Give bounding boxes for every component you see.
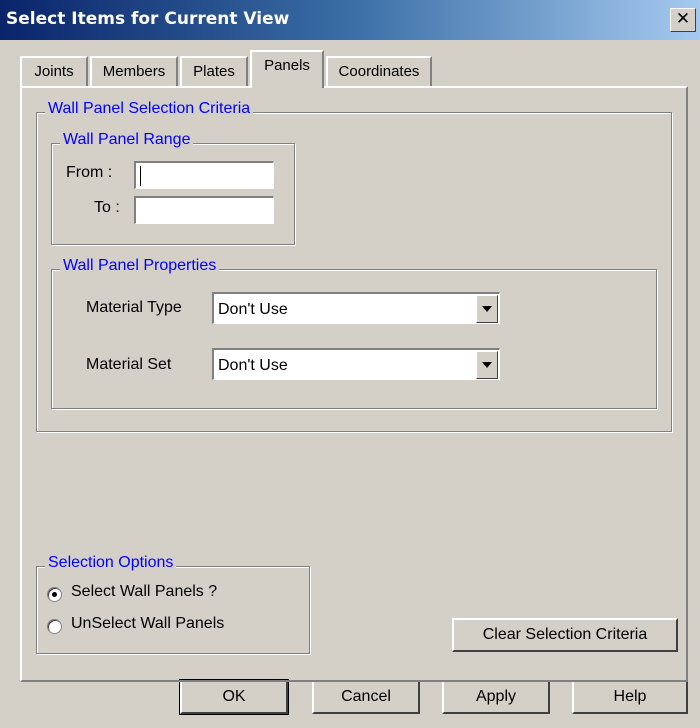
- from-label: From :: [66, 164, 113, 181]
- from-input[interactable]: [134, 161, 274, 189]
- tab-panels[interactable]: Panels: [250, 50, 324, 88]
- selection-criteria-group: Wall Panel Selection Criteria Wall Panel…: [36, 100, 672, 432]
- panels-tab-page: Wall Panel Selection Criteria Wall Panel…: [20, 86, 688, 682]
- window-title: Select Items for Current View: [6, 9, 290, 29]
- select-wall-panels-label[interactable]: Select Wall Panels ?: [71, 583, 217, 601]
- cancel-button[interactable]: Cancel: [312, 680, 420, 714]
- clear-selection-criteria-label: Clear Selection Criteria: [482, 626, 648, 643]
- chevron-down-icon[interactable]: [476, 295, 498, 323]
- tab-members-label: Members: [102, 63, 166, 80]
- material-type-value: Don't Use: [218, 301, 288, 318]
- panel-properties-group: Wall Panel Properties Material Type Don'…: [51, 257, 657, 409]
- tab-plates[interactable]: Plates: [180, 56, 248, 86]
- tab-panels-label: Panels: [264, 57, 310, 74]
- select-wall-panels-radio[interactable]: [47, 587, 62, 602]
- apply-button[interactable]: Apply: [442, 680, 550, 714]
- cancel-label: Cancel: [341, 688, 391, 705]
- selection-criteria-legend: Wall Panel Selection Criteria: [45, 100, 254, 118]
- close-button[interactable]: ✕: [670, 8, 696, 32]
- ok-label: OK: [222, 688, 246, 705]
- help-label: Help: [613, 688, 647, 705]
- material-type-label: Material Type: [86, 299, 182, 316]
- selection-options-legend: Selection Options: [45, 554, 177, 572]
- tab-coordinates-label: Coordinates: [338, 63, 420, 80]
- clear-selection-criteria-button[interactable]: Clear Selection Criteria: [452, 618, 678, 652]
- tab-joints-label: Joints: [34, 63, 74, 80]
- to-input[interactable]: [134, 196, 274, 224]
- ok-button[interactable]: OK: [179, 679, 289, 715]
- panel-properties-legend: Wall Panel Properties: [60, 257, 220, 275]
- selection-options-group: Selection Options Select Wall Panels ? U…: [36, 554, 310, 654]
- apply-label: Apply: [475, 688, 517, 705]
- material-type-select[interactable]: Don't Use: [212, 292, 500, 324]
- tab-members[interactable]: Members: [90, 56, 178, 86]
- panel-range-legend: Wall Panel Range: [60, 131, 194, 149]
- text-cursor: [140, 166, 141, 186]
- dialog-window: Select Items for Current View ✕ Joints M…: [0, 0, 700, 728]
- material-set-value: Don't Use: [218, 357, 288, 374]
- unselect-wall-panels-radio[interactable]: [47, 619, 62, 634]
- unselect-wall-panels-label[interactable]: UnSelect Wall Panels: [71, 615, 224, 633]
- tab-plates-label: Plates: [193, 63, 235, 80]
- panel-range-group: Wall Panel Range From : To :: [51, 131, 295, 245]
- close-icon[interactable]: ✕: [676, 9, 690, 29]
- help-button[interactable]: Help: [572, 680, 688, 714]
- tab-joints[interactable]: Joints: [20, 56, 88, 86]
- tab-coordinates[interactable]: Coordinates: [326, 56, 432, 86]
- chevron-down-icon[interactable]: [476, 351, 498, 379]
- material-set-select[interactable]: Don't Use: [212, 348, 500, 380]
- material-set-label: Material Set: [86, 356, 172, 373]
- title-bar[interactable]: Select Items for Current View ✕: [0, 0, 700, 40]
- to-label: To :: [94, 199, 120, 216]
